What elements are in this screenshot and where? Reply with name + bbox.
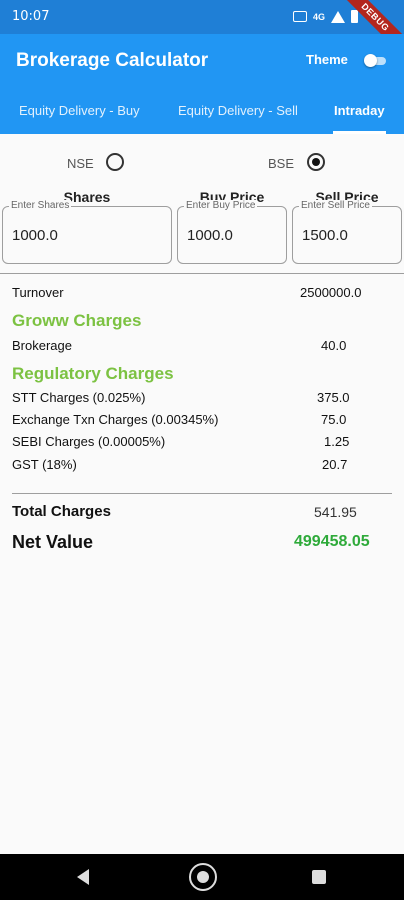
stt-row: STT Charges (0.025%) 375.0 <box>0 390 404 406</box>
shares-field[interactable]: Enter Shares 1000.0 <box>2 200 172 264</box>
groww-charges-title: Groww Charges <box>12 311 142 330</box>
bse-label: BSE <box>268 156 295 171</box>
tab-equity-delivery-sell[interactable]: Equity Delivery - Sell <box>178 103 298 118</box>
gst-label: GST (18%) <box>12 457 77 472</box>
net-value-amount: 499458.05 <box>294 533 370 550</box>
sell-price-value[interactable]: 1500.0 <box>302 227 348 244</box>
sebi-row: SEBI Charges (0.00005%) 1.25 <box>0 434 404 450</box>
status-icons: 4G <box>292 10 358 23</box>
exchange-txn-value: 75.0 <box>321 412 347 427</box>
signal-icon <box>331 10 345 23</box>
turnover-row: Turnover 2500000.0 <box>0 285 404 301</box>
recent-apps-icon[interactable] <box>312 870 326 884</box>
home-icon[interactable] <box>189 863 217 891</box>
tab-equity-delivery-buy[interactable]: Equity Delivery - Buy <box>19 103 140 118</box>
buy-price-placeholder: Enter Buy Price <box>184 200 258 211</box>
theme-label: Theme <box>306 52 348 67</box>
regulatory-charges-title: Regulatory Charges <box>12 364 174 383</box>
bse-radio[interactable] <box>307 153 325 171</box>
buy-price-field[interactable]: Enter Buy Price 1000.0 <box>177 200 287 264</box>
exchange-txn-row: Exchange Txn Charges (0.00345%) 75.0 <box>0 412 404 428</box>
shares-value[interactable]: 1000.0 <box>12 227 58 244</box>
status-time: 10:07 <box>12 9 50 24</box>
totals-divider <box>12 493 392 494</box>
total-charges-value: 541.95 <box>314 504 357 520</box>
message-icon <box>292 11 307 22</box>
battery-icon <box>351 10 358 23</box>
nse-label: NSE <box>67 156 94 171</box>
navigation-bar <box>0 854 404 900</box>
shares-placeholder: Enter Shares <box>9 200 72 211</box>
sebi-value: 1.25 <box>324 434 350 449</box>
brokerage-row: Brokerage 40.0 <box>0 338 404 354</box>
tab-bar: Equity Delivery - Buy Equity Delivery - … <box>0 96 404 134</box>
sell-price-field[interactable]: Enter Sell Price 1500.0 <box>292 200 402 264</box>
toggle-thumb <box>364 54 377 67</box>
stt-label: STT Charges (0.025%) <box>12 390 146 405</box>
tab-indicator <box>333 131 386 134</box>
total-charges-label: Total Charges <box>12 503 111 520</box>
app-bar: Brokerage Calculator Theme Equity Delive… <box>0 34 404 134</box>
sell-price-placeholder: Enter Sell Price <box>299 200 372 211</box>
back-icon[interactable] <box>77 869 89 885</box>
turnover-value: 2500000.0 <box>300 285 362 300</box>
status-bar: 10:07 4G <box>0 0 404 34</box>
turnover-label: Turnover <box>12 285 64 300</box>
theme-toggle[interactable] <box>364 54 386 67</box>
exchange-txn-label: Exchange Txn Charges (0.00345%) <box>12 412 219 427</box>
brokerage-label: Brokerage <box>12 338 72 353</box>
nse-radio[interactable] <box>106 153 124 171</box>
sebi-label: SEBI Charges (0.00005%) <box>12 434 166 449</box>
net-value-label: Net Value <box>12 532 94 552</box>
tab-intraday[interactable]: Intraday <box>334 103 385 118</box>
brokerage-value: 40.0 <box>321 338 347 353</box>
gst-value: 20.7 <box>322 457 348 472</box>
gst-row: GST (18%) 20.7 <box>0 457 404 473</box>
exchange-selector: NSE BSE <box>0 153 404 173</box>
stt-value: 375.0 <box>317 390 350 405</box>
buy-price-value[interactable]: 1000.0 <box>187 227 233 244</box>
divider <box>0 273 404 274</box>
app-title: Brokerage Calculator <box>16 50 209 71</box>
network-type-icon: 4G <box>312 11 325 22</box>
